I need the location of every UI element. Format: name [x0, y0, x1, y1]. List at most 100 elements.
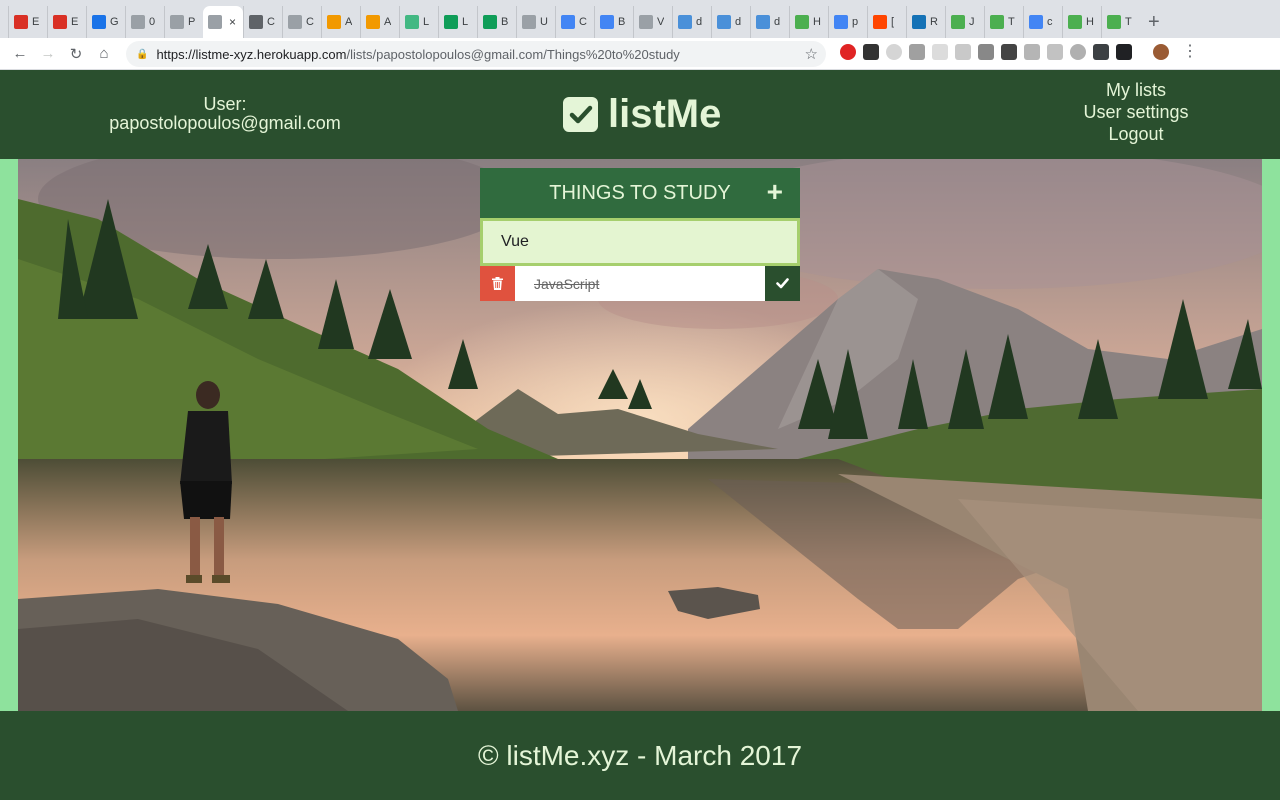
browser-tab-label: d: [735, 16, 742, 28]
browser-tab-label: 0: [149, 16, 156, 28]
browser-tab[interactable]: E: [8, 6, 47, 38]
shield-extension-icon[interactable]: [1116, 44, 1132, 60]
browser-tab[interactable]: ×: [203, 6, 243, 38]
browser-tab[interactable]: [: [867, 6, 906, 38]
browser-tab-label: U: [540, 16, 548, 28]
browser-tab-label: H: [813, 16, 821, 28]
browser-tab[interactable]: R: [906, 6, 945, 38]
browser-tab[interactable]: E: [47, 6, 86, 38]
shield-icon: [561, 15, 575, 29]
complete-item-button[interactable]: [765, 266, 800, 301]
user-label: User:: [203, 94, 247, 114]
trash-icon: [492, 277, 503, 290]
back-icon[interactable]: ←: [6, 45, 34, 62]
extension-icon[interactable]: [955, 44, 971, 60]
gmail-icon: [53, 15, 67, 29]
footer: © listMe.xyz - March 2017: [0, 711, 1280, 800]
browser-tab[interactable]: C: [243, 6, 282, 38]
browser-tab[interactable]: A: [321, 6, 360, 38]
browser-tab-label: V: [657, 16, 665, 28]
checkbox-icon: [563, 97, 598, 132]
browser-tab[interactable]: G: [86, 6, 125, 38]
browser-tab[interactable]: d: [672, 6, 711, 38]
extensions-area: ⋮: [840, 44, 1198, 60]
browser-tab[interactable]: P: [164, 6, 203, 38]
home-icon[interactable]: ⌂: [90, 45, 118, 62]
browser-tab[interactable]: C: [555, 6, 594, 38]
lock-icon: 🔒: [136, 48, 149, 60]
browser-tab-label: T: [1125, 16, 1132, 28]
browser-tab[interactable]: p: [828, 6, 867, 38]
close-tab-icon[interactable]: ×: [229, 15, 236, 29]
profile-avatar[interactable]: [1153, 44, 1169, 60]
extension-icon[interactable]: [886, 44, 902, 60]
browser-tab-label: P: [188, 16, 196, 28]
bookmark-star-icon[interactable]: ☆: [805, 45, 818, 63]
browser-tab-label: E: [71, 16, 79, 28]
browser-tab[interactable]: T: [984, 6, 1023, 38]
incognito-extension-icon[interactable]: [863, 44, 879, 60]
opera-extension-icon[interactable]: [840, 44, 856, 60]
asterisk-icon: [327, 15, 341, 29]
vue-devtools-icon[interactable]: [978, 44, 994, 60]
w3-icon: [990, 15, 1004, 29]
browser-tab[interactable]: d: [750, 6, 789, 38]
list-header: THINGS TO STUDY +: [480, 168, 800, 218]
nav-my-lists[interactable]: My lists: [1070, 79, 1202, 101]
browser-tab[interactable]: L: [399, 6, 438, 38]
nav-user-settings[interactable]: User settings: [1070, 101, 1202, 123]
sheets-icon: [444, 15, 458, 29]
browser-tab-label: E: [32, 16, 40, 28]
extension-icon[interactable]: [909, 44, 925, 60]
check-icon: [776, 278, 789, 289]
vue-icon: [405, 15, 419, 29]
browser-tab-strip: E E G 0 P × C C A A L L B U C B Vd d d Hp [R J Tc H T +: [0, 0, 1280, 38]
google-icon: [834, 15, 848, 29]
add-item-icon[interactable]: +: [767, 178, 783, 206]
browser-tab[interactable]: c: [1023, 6, 1062, 38]
reddit-icon: [873, 15, 887, 29]
nav-logout[interactable]: Logout: [1070, 123, 1202, 145]
address-bar[interactable]: 🔒 https://listme-xyz.herokuapp.com/lists…: [126, 41, 826, 67]
browser-tab-label: C: [579, 16, 587, 28]
browser-tab[interactable]: U: [516, 6, 555, 38]
browser-tab[interactable]: A: [360, 6, 399, 38]
app-header: User: papostolopoulos@gmail.com listMe M…: [0, 70, 1280, 159]
browser-tab[interactable]: 0: [125, 6, 164, 38]
browser-tab[interactable]: H: [1062, 6, 1101, 38]
browser-tab[interactable]: V: [633, 6, 672, 38]
brand-name: listMe: [608, 92, 722, 136]
bird-icon: [678, 15, 692, 29]
extension-icon[interactable]: [932, 44, 948, 60]
bird-icon: [756, 15, 770, 29]
new-tab-icon[interactable]: +: [1148, 6, 1160, 38]
browser-tab-label: d: [696, 16, 703, 28]
browser-tab[interactable]: H: [789, 6, 828, 38]
browser-tab-label: R: [930, 16, 938, 28]
browser-tab[interactable]: B: [594, 6, 633, 38]
user-email: papostolopoulos@gmail.com: [109, 113, 341, 133]
extension-icon[interactable]: [1070, 44, 1086, 60]
document-icon: [288, 15, 302, 29]
brand-logo[interactable]: listMe: [563, 92, 721, 137]
browser-tab[interactable]: L: [438, 6, 477, 38]
list-card: THINGS TO STUDY + JavaScript: [480, 168, 800, 301]
asterisk-icon: [366, 15, 380, 29]
reload-icon[interactable]: ↻: [62, 45, 90, 63]
forward-icon[interactable]: →: [34, 45, 62, 62]
delete-item-button[interactable]: [480, 266, 515, 301]
w3-icon: [1068, 15, 1082, 29]
extension-icon[interactable]: [1047, 44, 1063, 60]
browser-tab[interactable]: C: [282, 6, 321, 38]
download-icon[interactable]: [1093, 44, 1109, 60]
extension-icon[interactable]: [1001, 44, 1017, 60]
list-item-text[interactable]: JavaScript: [515, 266, 765, 301]
new-item-input[interactable]: [480, 218, 800, 266]
menu-dots-icon[interactable]: ⋮: [1182, 44, 1198, 60]
browser-tab[interactable]: d: [711, 6, 750, 38]
extension-icon[interactable]: [1024, 44, 1040, 60]
browser-tab-label: p: [852, 16, 859, 28]
browser-tab[interactable]: T: [1101, 6, 1140, 38]
browser-tab[interactable]: B: [477, 6, 516, 38]
browser-tab[interactable]: J: [945, 6, 984, 38]
